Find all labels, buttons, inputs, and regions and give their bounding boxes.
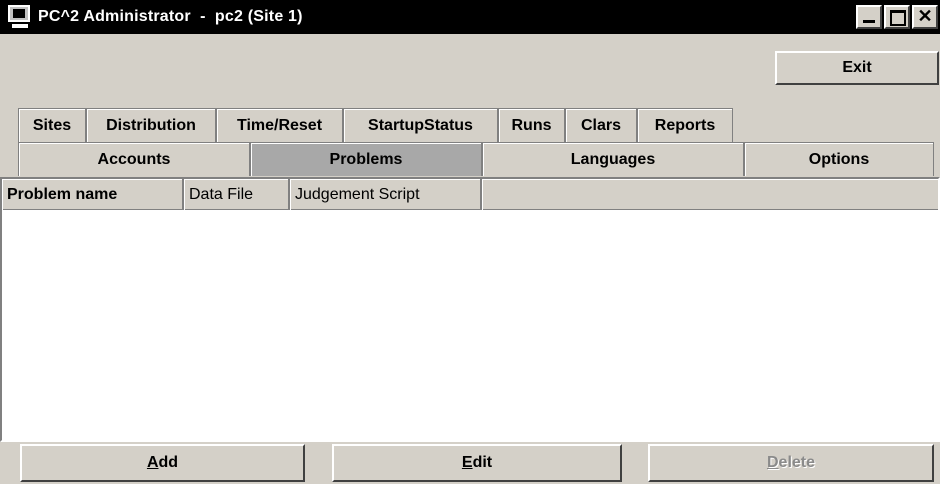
delete-mnemonic: D	[766, 454, 779, 471]
add-label: dd	[158, 454, 179, 471]
delete-button[interactable]: Delete	[648, 444, 934, 482]
column-header-filler	[482, 179, 938, 210]
tab-sites[interactable]: Sites	[18, 108, 86, 142]
add-button[interactable]: Add	[20, 444, 305, 482]
window-title: PC^2 Administrator - pc2 (Site 1)	[38, 8, 303, 25]
tab-clars[interactable]: Clars	[565, 108, 637, 142]
column-header-problem-name[interactable]: Problem name	[2, 179, 184, 210]
column-header-data-file[interactable]: Data File	[184, 179, 290, 210]
tab-options[interactable]: Options	[744, 142, 934, 176]
maximize-icon[interactable]	[884, 5, 910, 29]
add-mnemonic: A	[146, 454, 159, 471]
tab-startupstatus[interactable]: StartupStatus	[343, 108, 498, 142]
tab-problems[interactable]: Problems	[250, 142, 482, 176]
edit-label: dit	[472, 454, 493, 471]
table-header: Problem name Data File Judgement Script	[2, 179, 938, 210]
edit-mnemonic: E	[461, 454, 473, 471]
tab-accounts[interactable]: Accounts	[18, 142, 250, 176]
title-bar[interactable]: PC^2 Administrator - pc2 (Site 1) ✕	[0, 0, 940, 34]
tab-time-reset[interactable]: Time/Reset	[216, 108, 343, 142]
minimize-icon[interactable]	[856, 5, 882, 29]
tab-reports[interactable]: Reports	[637, 108, 733, 142]
action-bar: Add Edit Delete	[0, 442, 940, 484]
column-header-judgement-script[interactable]: Judgement Script	[290, 179, 482, 210]
close-icon[interactable]: ✕	[912, 5, 938, 29]
edit-button[interactable]: Edit	[332, 444, 622, 482]
problems-table[interactable]: Problem name Data File Judgement Script	[0, 177, 940, 442]
exit-button[interactable]: Exit	[775, 51, 939, 85]
tab-languages[interactable]: Languages	[482, 142, 744, 176]
tab-runs[interactable]: Runs	[498, 108, 565, 142]
delete-label: elete	[778, 454, 816, 471]
tab-distribution[interactable]: Distribution	[86, 108, 216, 142]
pc2-computer-icon[interactable]	[6, 4, 34, 30]
